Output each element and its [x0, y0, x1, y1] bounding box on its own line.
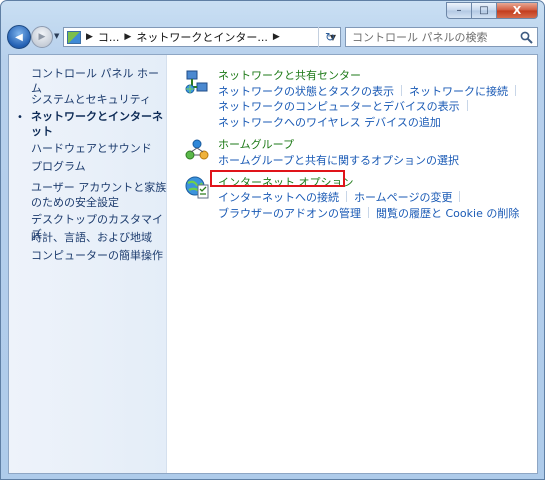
- current-page-bullet-icon: •: [17, 112, 23, 123]
- forward-arrow-icon: ▶: [38, 32, 46, 42]
- content-area: コントロール パネル ホーム システムとセキュリティ • ネットワークとインター…: [8, 54, 538, 474]
- category-link-row: ブラウザーのアドオンの管理 閲覧の履歴と Cookie の削除: [218, 205, 519, 221]
- sidebar-item-hardware-sound[interactable]: ハードウェアとサウンド: [31, 141, 167, 156]
- link-separator: [401, 85, 402, 96]
- refresh-icon: ↻: [324, 30, 336, 44]
- forward-button[interactable]: ▶: [31, 26, 53, 48]
- refresh-button[interactable]: ↻: [318, 27, 341, 47]
- network-sharing-center-link[interactable]: ネットワークと共有センター: [218, 67, 361, 83]
- link-separator: [459, 191, 461, 202]
- view-network-computers-link[interactable]: ネットワークのコンピューターとデバイスの表示: [218, 100, 460, 113]
- control-panel-window: – □ X ◀ ▶ ▼ ▶ コ... ▶ ネットワークとインター... ▶ ▼ …: [0, 0, 545, 480]
- link-separator: [368, 207, 369, 218]
- search-box: [345, 27, 538, 47]
- sidebar-item-clock-language-region[interactable]: 時計、言語、および地域: [31, 230, 167, 245]
- category-link-row: ネットワークへのワイヤレス デバイスの追加: [218, 114, 441, 130]
- category-link-row: ホームグループと共有に関するオプションの選択: [218, 152, 459, 168]
- sidebar-item-programs[interactable]: プログラム: [31, 159, 167, 174]
- maximize-button[interactable]: □: [471, 2, 496, 19]
- control-panel-icon: [67, 30, 81, 44]
- category-link-row: ネットワークの状態とタスクの表示 ネットワークに接続: [218, 83, 523, 99]
- navigation-toolbar: ◀ ▶ ▼ ▶ コ... ▶ ネットワークとインター... ▶ ▼ ↻: [1, 23, 545, 51]
- homegroup-icon: [185, 139, 209, 160]
- internet-options-icon: [185, 176, 209, 199]
- caption-buttons: – □ X: [446, 2, 538, 19]
- view-network-status-link[interactable]: ネットワークの状態とタスクの表示: [218, 85, 394, 98]
- address-bar[interactable]: ▶ コ... ▶ ネットワークとインター... ▶ ▼: [63, 27, 341, 47]
- change-home-page-link[interactable]: ホームページの変更: [354, 191, 452, 204]
- homegroup-link[interactable]: ホームグループ: [218, 136, 294, 152]
- sidebar-item-user-accounts[interactable]: ユーザー アカウントと家族のための安全設定: [31, 180, 167, 210]
- link-separator: [466, 100, 468, 111]
- sidebar: コントロール パネル ホーム システムとセキュリティ • ネットワークとインター…: [9, 55, 167, 473]
- breadcrumb-item-control-panel[interactable]: コ...: [98, 29, 120, 45]
- category-link-row: インターネットへの接続 ホームページの変更: [218, 189, 467, 205]
- link-separator: [515, 85, 516, 96]
- sidebar-item-ease-of-access[interactable]: コンピューターの簡単操作: [31, 248, 167, 263]
- connect-to-internet-link[interactable]: インターネットへの接続: [218, 191, 339, 204]
- breadcrumb-chevron-icon[interactable]: ▶: [86, 32, 93, 42]
- category-link-row: ネットワークのコンピューターとデバイスの表示: [218, 98, 475, 114]
- breadcrumb-chevron-icon[interactable]: ▶: [124, 32, 131, 42]
- close-button[interactable]: X: [496, 2, 538, 19]
- link-separator: [346, 191, 347, 202]
- network-center-icon: [185, 70, 208, 94]
- breadcrumb-chevron-icon[interactable]: ▶: [273, 32, 280, 42]
- sidebar-item-system-security[interactable]: システムとセキュリティ: [31, 92, 167, 107]
- search-input[interactable]: [346, 30, 516, 44]
- search-icon[interactable]: [516, 31, 536, 44]
- sidebar-item-network-internet[interactable]: ネットワークとインターネット: [31, 109, 167, 139]
- minimize-button[interactable]: –: [446, 2, 471, 19]
- back-button[interactable]: ◀: [7, 25, 31, 49]
- delete-browsing-history-link[interactable]: 閲覧の履歴と Cookie の削除: [376, 207, 519, 220]
- connect-to-network-link[interactable]: ネットワークに接続: [409, 85, 508, 98]
- add-wireless-device-link[interactable]: ネットワークへのワイヤレス デバイスの追加: [218, 116, 441, 129]
- highlight-annotation-box: [210, 170, 345, 187]
- back-arrow-icon: ◀: [15, 31, 23, 43]
- manage-browser-addons-link[interactable]: ブラウザーのアドオンの管理: [218, 207, 361, 220]
- recent-pages-dropdown-icon[interactable]: ▼: [54, 32, 59, 40]
- homegroup-sharing-options-link[interactable]: ホームグループと共有に関するオプションの選択: [218, 154, 459, 167]
- breadcrumb-item-network-internet[interactable]: ネットワークとインター...: [136, 29, 268, 45]
